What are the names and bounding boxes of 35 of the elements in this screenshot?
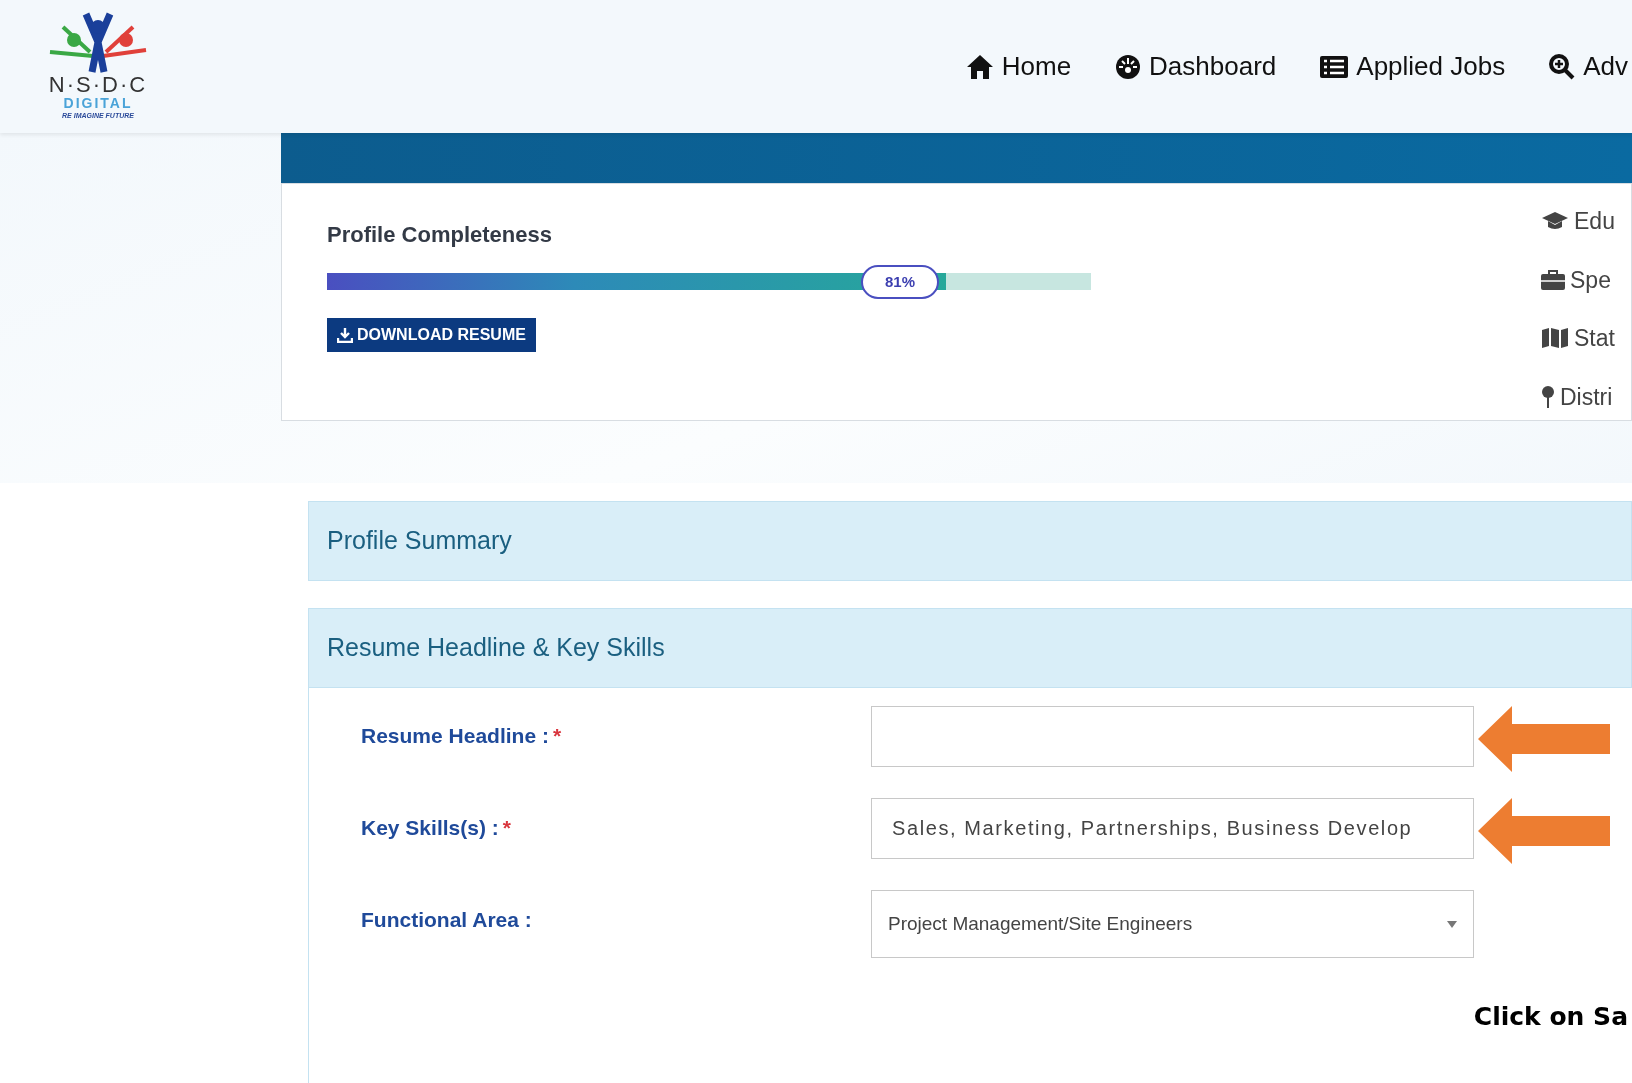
required-marker: * (552, 723, 562, 749)
home-icon (965, 53, 994, 80)
gauge-icon (1115, 53, 1142, 80)
field-label: Functional Area : (361, 907, 532, 933)
nav-link-item[interactable]: Applied Jobs (1320, 47, 1506, 86)
text-field[interactable] (871, 706, 1474, 767)
caret-icon (1447, 920, 1457, 928)
detail-label: Stat (1574, 324, 1615, 353)
list-icon (1320, 55, 1349, 78)
download-button[interactable]: DOWNLOAD RESUME (327, 318, 536, 352)
nav-link-item[interactable]: Adv (1549, 47, 1628, 86)
text-field[interactable]: Sales, Marketing, Partnerships, Business Develop (871, 798, 1474, 859)
pin-icon (1541, 384, 1555, 409)
section-heading: Profile Completeness (327, 221, 553, 249)
required-marker: * (502, 815, 511, 841)
logo-text: N·S·D·C (48, 73, 148, 96)
detail-label: Distri (1560, 382, 1613, 412)
search-icon (1549, 53, 1576, 80)
field-label: Key Skills(s) : (361, 815, 499, 841)
accordion-header[interactable]: Profile Summary (308, 501, 1632, 581)
dropdown-field[interactable]: Project Management/Site Engineers (871, 890, 1474, 958)
download-icon (337, 327, 353, 343)
nav-link-item[interactable]: Home (965, 47, 1072, 86)
detail-label: Spe (1570, 265, 1611, 295)
logo-subtitle: DIGITAL (63, 95, 133, 111)
briefcase-icon (1541, 268, 1565, 291)
graduation-cap-icon (1541, 211, 1569, 232)
detail-label: Edu (1574, 207, 1615, 236)
percent-badge: 81% (861, 265, 939, 299)
map-icon (1541, 327, 1569, 350)
instruction-text: Click on Sa (1473, 1001, 1628, 1033)
logo-figures-icon (48, 11, 148, 74)
field-label: Resume Headline : (361, 723, 549, 749)
accordion-header[interactable]: Resume Headline & Key Skills (308, 608, 1632, 688)
nav-link-item[interactable]: Dashboard (1115, 47, 1277, 86)
